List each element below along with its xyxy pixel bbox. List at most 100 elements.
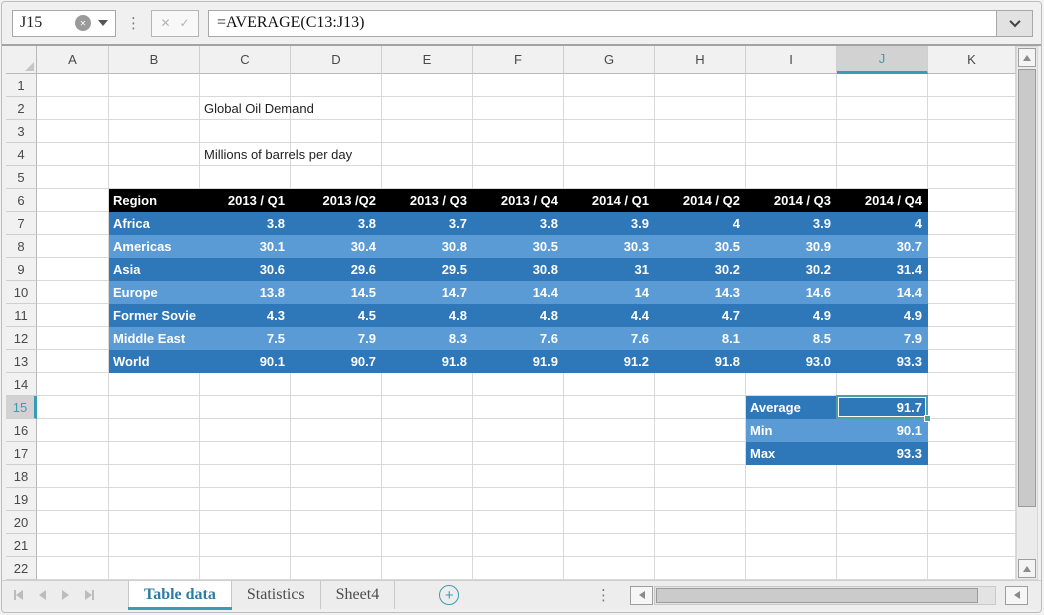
cell-H5[interactable] — [655, 166, 746, 189]
cell-A17[interactable] — [37, 442, 109, 465]
cell-E19[interactable] — [382, 488, 473, 511]
fill-handle[interactable] — [924, 415, 931, 422]
cell-G3[interactable] — [564, 120, 655, 143]
cell-F3[interactable] — [473, 120, 564, 143]
cell-C17[interactable] — [200, 442, 291, 465]
cell-I22[interactable] — [746, 557, 837, 580]
cell-J20[interactable] — [837, 511, 928, 534]
cell-C16[interactable] — [200, 419, 291, 442]
cell-F2[interactable] — [473, 97, 564, 120]
cancel-entry-icon[interactable]: ✕ — [160, 16, 170, 30]
cell-G19[interactable] — [564, 488, 655, 511]
row-header-3[interactable]: 3 — [6, 120, 37, 143]
cell-H11[interactable]: 4.7 — [655, 304, 746, 327]
cell-E1[interactable] — [382, 74, 473, 97]
cell-I1[interactable] — [746, 74, 837, 97]
cell-D22[interactable] — [291, 557, 382, 580]
cell-A6[interactable] — [37, 189, 109, 212]
cell-I11[interactable]: 4.9 — [746, 304, 837, 327]
row-header-17[interactable]: 17 — [6, 442, 37, 465]
cell-I17[interactable]: Max — [746, 442, 837, 465]
sheet-tab-statistics[interactable]: Statistics — [232, 581, 321, 609]
cell-K6[interactable] — [928, 189, 1016, 212]
cell-B14[interactable] — [109, 373, 200, 396]
cell-D13[interactable]: 90.7 — [291, 350, 382, 373]
cell-J17[interactable]: 93.3 — [837, 442, 928, 465]
cell-H7[interactable]: 4 — [655, 212, 746, 235]
cell-H13[interactable]: 91.8 — [655, 350, 746, 373]
cell-J9[interactable]: 31.4 — [837, 258, 928, 281]
cell-J2[interactable] — [837, 97, 928, 120]
cell-F22[interactable] — [473, 557, 564, 580]
cell-A2[interactable] — [37, 97, 109, 120]
cell-D18[interactable] — [291, 465, 382, 488]
cell-E5[interactable] — [382, 166, 473, 189]
cell-K7[interactable] — [928, 212, 1016, 235]
cell-K19[interactable] — [928, 488, 1016, 511]
cell-E18[interactable] — [382, 465, 473, 488]
cell-H8[interactable]: 30.5 — [655, 235, 746, 258]
cell-D3[interactable] — [291, 120, 382, 143]
row-header-15[interactable]: 15 — [6, 396, 37, 419]
cell-G20[interactable] — [564, 511, 655, 534]
cell-B9[interactable]: Asia — [109, 258, 200, 281]
scroll-left-button[interactable] — [630, 586, 653, 605]
cell-C8[interactable]: 30.1 — [200, 235, 291, 258]
cell-J6[interactable]: 2014 / Q4 — [837, 189, 928, 212]
cell-F8[interactable]: 30.5 — [473, 235, 564, 258]
cell-G22[interactable] — [564, 557, 655, 580]
row-header-10[interactable]: 10 — [6, 281, 37, 304]
row-header-5[interactable]: 5 — [6, 166, 37, 189]
cell-A18[interactable] — [37, 465, 109, 488]
cell-H22[interactable] — [655, 557, 746, 580]
column-header-G[interactable]: G — [564, 46, 655, 74]
cell-B2[interactable] — [109, 97, 200, 120]
cell-K3[interactable] — [928, 120, 1016, 143]
cell-F5[interactable] — [473, 166, 564, 189]
cell-B13[interactable]: World — [109, 350, 200, 373]
cell-I6[interactable]: 2014 / Q3 — [746, 189, 837, 212]
cell-A13[interactable] — [37, 350, 109, 373]
cell-J8[interactable]: 30.7 — [837, 235, 928, 258]
column-header-J[interactable]: J — [837, 46, 928, 74]
cell-B6[interactable]: Region — [109, 189, 200, 212]
cell-A20[interactable] — [37, 511, 109, 534]
cell-H21[interactable] — [655, 534, 746, 557]
cell-H9[interactable]: 30.2 — [655, 258, 746, 281]
cell-E7[interactable]: 3.7 — [382, 212, 473, 235]
cell-D21[interactable] — [291, 534, 382, 557]
row-header-14[interactable]: 14 — [6, 373, 37, 396]
formula-input[interactable]: =AVERAGE(C13:J13) — [208, 10, 997, 37]
cell-I20[interactable] — [746, 511, 837, 534]
cell-J22[interactable] — [837, 557, 928, 580]
cell-B16[interactable] — [109, 419, 200, 442]
cell-F21[interactable] — [473, 534, 564, 557]
cell-B22[interactable] — [109, 557, 200, 580]
cell-H1[interactable] — [655, 74, 746, 97]
cell-F7[interactable]: 3.8 — [473, 212, 564, 235]
cell-G16[interactable] — [564, 419, 655, 442]
cell-C1[interactable] — [200, 74, 291, 97]
row-header-6[interactable]: 6 — [6, 189, 37, 212]
cell-A3[interactable] — [37, 120, 109, 143]
cell-C9[interactable]: 30.6 — [200, 258, 291, 281]
cell-C10[interactable]: 13.8 — [200, 281, 291, 304]
cell-K4[interactable] — [928, 143, 1016, 166]
select-all-corner[interactable] — [6, 46, 37, 74]
previous-sheet-icon[interactable] — [39, 590, 46, 600]
cell-E17[interactable] — [382, 442, 473, 465]
cell-A19[interactable] — [37, 488, 109, 511]
cell-G4[interactable] — [564, 143, 655, 166]
name-box-value[interactable]: J15 — [20, 14, 75, 32]
scroll-down-button[interactable] — [1018, 559, 1036, 578]
cell-B8[interactable]: Americas — [109, 235, 200, 258]
cell-B15[interactable] — [109, 396, 200, 419]
cell-K16[interactable] — [928, 419, 1016, 442]
cell-H14[interactable] — [655, 373, 746, 396]
cell-G6[interactable]: 2014 / Q1 — [564, 189, 655, 212]
cell-J15[interactable]: 91.7 — [837, 396, 928, 419]
row-header-8[interactable]: 8 — [6, 235, 37, 258]
cell-B5[interactable] — [109, 166, 200, 189]
cell-E4[interactable] — [382, 143, 473, 166]
cell-I13[interactable]: 93.0 — [746, 350, 837, 373]
